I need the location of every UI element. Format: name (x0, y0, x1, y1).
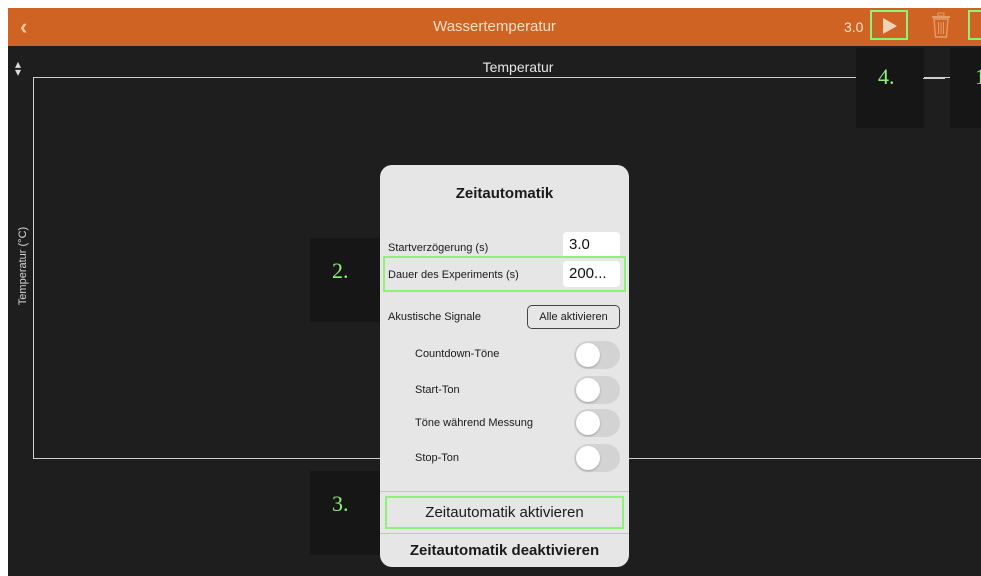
start-delay-label: Startverzögerung (s) (388, 242, 489, 254)
trash-icon (932, 12, 950, 38)
duration-label: Dauer des Experiments (s) (388, 269, 519, 281)
play-icon (883, 18, 897, 34)
popover-title: Zeitautomatik (455, 185, 554, 202)
callout-4-text: 4. (878, 64, 895, 89)
zeitautomatik-popover: Zeitautomatik Startverzögerung (s) 3.0 D… (380, 165, 629, 567)
divider (380, 491, 629, 492)
start-delay-indicator: 3.0 (844, 19, 864, 35)
divider (380, 533, 629, 534)
page-title: Wassertemperatur (433, 18, 556, 35)
callout-2-text: 2. (332, 258, 349, 283)
toggle-label-start: Start-Ton (415, 384, 460, 396)
toggle-knob (576, 343, 600, 367)
highlighted-toolbar-button[interactable] (968, 10, 981, 40)
callout-3-text: 3. (332, 491, 349, 516)
start-delay-input[interactable]: 3.0 (563, 232, 620, 258)
activate-button[interactable]: Zeitautomatik aktivieren (385, 496, 624, 529)
toggle-knob (576, 446, 600, 470)
deactivate-button[interactable]: Zeitautomatik deaktivieren (380, 535, 629, 567)
trash-button[interactable] (930, 12, 952, 40)
callout-connector-line (923, 78, 945, 79)
toggle-knob (576, 411, 600, 435)
duration-input[interactable]: 200... (563, 261, 620, 287)
toggle-stop[interactable] (574, 444, 620, 472)
toggle-label-stop: Stop-Ton (415, 452, 460, 464)
navigation-bar: ‹ Wassertemperatur 3.0 (8, 8, 981, 46)
toggle-start[interactable] (574, 376, 620, 404)
play-button[interactable] (870, 10, 908, 40)
plot-title: Temperatur (448, 59, 588, 75)
acoustic-signals-label: Akustische Signale (388, 311, 481, 323)
callout-3: 3. (310, 471, 380, 555)
enable-all-button[interactable]: Alle aktivieren (527, 305, 620, 329)
toggle-knob (576, 378, 600, 402)
y-axis-label: Temperatur (°C) (17, 226, 29, 306)
toggle-during[interactable] (574, 409, 620, 437)
callout-4: 4. (856, 48, 924, 128)
callout-1: 1 (950, 48, 981, 128)
callout-2: 2. (310, 238, 380, 322)
callout-1-text: 1 (975, 64, 981, 89)
app-window: ‹ Wassertemperatur 3.0 ▴ ▾ Temperatur Tem… (8, 8, 981, 576)
toggle-label-countdown: Countdown-Töne (415, 348, 500, 360)
toggle-label-during: Töne während Messung (415, 417, 534, 429)
sort-arrows-icon[interactable]: ▴ ▾ (12, 58, 24, 78)
toggle-countdown[interactable] (574, 341, 620, 369)
